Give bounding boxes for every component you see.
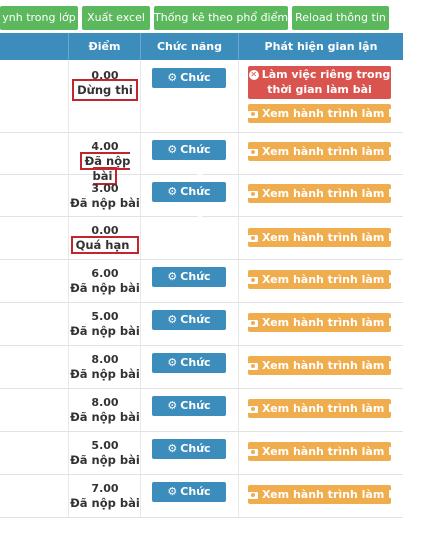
view-journey-button[interactable]: Xem hành trình làm bài — [248, 270, 407, 289]
status-text: Đã nộp bài — [70, 196, 140, 210]
view-journey-button[interactable]: Xem hành trình làm bài — [248, 142, 407, 161]
camera-icon — [248, 405, 258, 413]
table-row: 4.00 Đã nộp bài ⚙ Chức năng Xem hành trìn… — [0, 133, 407, 185]
table-row: 8.00 Đã nộp bài ⚙ Chức năng Xem hành trìn… — [0, 346, 407, 389]
status-text: Đã nộp bài — [70, 410, 140, 424]
score-value: 6.00 — [91, 267, 119, 280]
score-value: 5.00 — [91, 439, 119, 452]
view-journey-button[interactable]: Xem hành trình làm bài — [248, 399, 407, 418]
score-cell: 7.00 Đã nộp bài — [70, 481, 140, 511]
table-row: 8.00 Đã nộp bài ⚙ Chức năng Xem hành trìn… — [0, 389, 407, 432]
close-circle-icon: ✕ — [248, 70, 259, 80]
private-work-alert-button[interactable]: ✕ Làm việc riêng trong thời gian làm bài — [248, 66, 391, 99]
gear-icon: ⚙ — [167, 356, 178, 369]
table-row: 0.00 Quá hạn Xem hành trình làm bài — [0, 217, 407, 260]
table-row: 0.00 Dừng thi ⚙ Chức năng ✕ Làm việc riêng… — [0, 60, 407, 133]
table-row: 6.00 Đã nộp bài ⚙ Chức năng Xem hành trìn… — [0, 260, 407, 303]
view-journey-button[interactable]: Xem hành trình làm bài — [248, 313, 407, 332]
status-text: Đã nộp bài — [70, 367, 140, 381]
function-button[interactable]: ⚙ Chức năng — [152, 482, 226, 518]
score-cell: 8.00 Đã nộp bài — [70, 352, 140, 382]
status-text: Đã nộp bài — [70, 324, 140, 338]
status-text: Quá hạn — [70, 236, 140, 254]
score-value: 8.00 — [91, 353, 119, 366]
header-spacer — [0, 33, 69, 60]
status-text: Dừng thi — [72, 79, 138, 101]
function-button[interactable]: ⚙ Chức năng — [152, 396, 226, 432]
gear-icon: ⚙ — [167, 313, 178, 326]
camera-icon — [248, 448, 258, 456]
function-button[interactable]: ⚙ Chức năng — [152, 353, 226, 389]
gear-icon: ⚙ — [167, 442, 178, 455]
header-cheat-detection: Phát hiện gian lận — [264, 40, 378, 53]
score-cell: 5.00 Đã nộp bài — [70, 309, 140, 339]
view-journey-button[interactable]: Xem hành trình làm bài — [248, 485, 407, 504]
camera-icon — [248, 491, 258, 499]
camera-icon — [248, 234, 258, 242]
gear-icon: ⚙ — [167, 399, 178, 412]
camera-icon — [248, 319, 258, 327]
score-value: 5.00 — [91, 310, 119, 323]
table-row: 5.00 Đã nộp bài ⚙ Chức năng Xem hành trìn… — [0, 432, 407, 475]
score-cell: 8.00 Đã nộp bài — [70, 395, 140, 425]
function-button[interactable]: ⚙ Chức năng — [152, 439, 226, 475]
gear-icon: ⚙ — [167, 143, 178, 156]
score-distribution-button[interactable]: Thống kê theo phổ điểm — [154, 6, 288, 30]
score-value: 8.00 — [91, 396, 119, 409]
score-value: 7.00 — [91, 482, 119, 495]
camera-icon — [248, 148, 258, 156]
gear-icon: ⚙ — [167, 185, 178, 198]
view-journey-button[interactable]: Xem hành trình làm bài — [248, 184, 407, 203]
status-text: Đã nộp bài — [70, 453, 140, 467]
camera-icon — [248, 276, 258, 284]
function-button[interactable]: ⚙ Chức năng — [152, 267, 226, 303]
camera-icon — [248, 110, 258, 118]
table-row: 3.00 Đã nộp bài ⚙ Chức năng Xem hành trìn… — [0, 175, 407, 218]
class-stats-button[interactable]: ynh trong lớp — [0, 6, 78, 30]
camera-icon — [248, 190, 258, 198]
function-button[interactable]: ⚙ Chức năng — [152, 140, 226, 176]
function-button[interactable]: ⚙ Chức năng — [152, 68, 226, 104]
score-cell: 6.00 Đã nộp bài — [70, 266, 140, 296]
gear-icon: ⚙ — [167, 270, 178, 283]
view-journey-button[interactable]: Xem hành trình làm bài — [248, 442, 407, 461]
status-text: Đã nộp bài — [70, 496, 140, 510]
gear-icon: ⚙ — [167, 485, 178, 498]
function-button[interactable]: ⚙ Chức năng — [152, 182, 226, 218]
view-journey-button[interactable]: Xem hành trình làm bài — [248, 228, 407, 247]
header-function: Chức năng — [141, 33, 239, 60]
view-journey-button[interactable]: Xem hành trình làm bài — [248, 356, 407, 375]
reload-info-button[interactable]: Reload thông tin — [292, 6, 389, 30]
table-header: Điểm Chức năng Phát hiện gian lận — [0, 33, 403, 60]
score-cell: 5.00 Đã nộp bài — [70, 438, 140, 468]
export-excel-button[interactable]: Xuất excel — [82, 6, 150, 30]
function-button[interactable]: ⚙ Chức năng — [152, 310, 226, 346]
table-row: 5.00 Đã nộp bài ⚙ Chức năng Xem hành trìn… — [0, 303, 407, 346]
score-cell: 3.00 Đã nộp bài — [70, 181, 140, 211]
header-score: Điểm — [69, 33, 141, 60]
table-row: 7.00 Đã nộp bài ⚙ Chức năng Xem hành trìn… — [0, 475, 407, 518]
status-text: Đã nộp bài — [70, 281, 140, 295]
score-value: 3.00 — [91, 182, 119, 195]
view-journey-button[interactable]: Xem hành trình làm bài — [248, 104, 407, 123]
camera-icon — [248, 362, 258, 370]
score-cell: 0.00 Quá hạn — [70, 223, 140, 254]
gear-icon: ⚙ — [167, 71, 178, 84]
score-cell: 0.00 Dừng thi — [70, 68, 140, 101]
